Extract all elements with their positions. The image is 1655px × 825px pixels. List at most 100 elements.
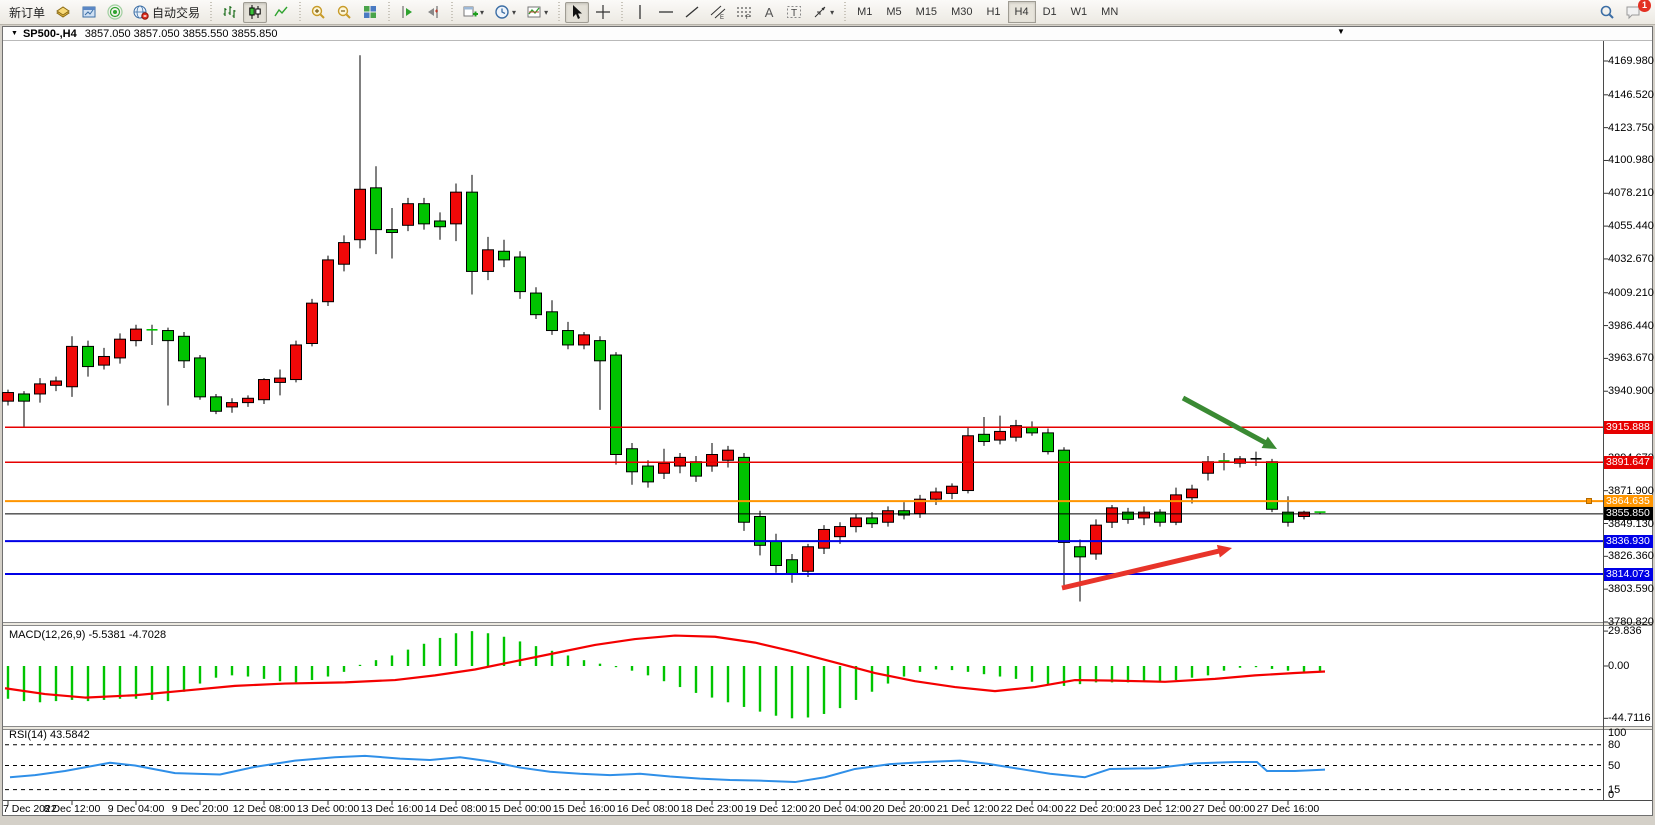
- candlestick-icon: [247, 4, 263, 20]
- time-tick-label: 22 Dec 20:00: [1065, 803, 1127, 815]
- timeframe-button-H4[interactable]: H4: [1008, 1, 1036, 23]
- price-tick-label: 3803.590: [1608, 583, 1654, 595]
- new-chart-icon: [462, 4, 478, 20]
- price-tick-label: 4032.670: [1608, 253, 1654, 265]
- timeframe-button-M30[interactable]: M30: [944, 1, 979, 23]
- time-tick-label: 14 Dec 08:00: [425, 803, 487, 815]
- zoom-out-icon: [336, 4, 352, 20]
- new-order-button[interactable]: 新订单: [5, 2, 49, 23]
- new-order-label: 新订单: [9, 4, 45, 21]
- indicators-icon: [526, 4, 542, 20]
- toolbar-separator: [555, 2, 562, 22]
- macd-tick-label: 29.836: [1608, 625, 1642, 637]
- svg-text:E: E: [720, 15, 724, 20]
- arrows-tool-button[interactable]: ▾: [808, 2, 838, 23]
- blue-window-icon: [81, 4, 97, 20]
- price-tick-label: 4146.520: [1608, 89, 1654, 101]
- trendline-icon: [684, 4, 700, 20]
- line-chart-icon: [273, 4, 289, 20]
- timeframe-button-M15[interactable]: M15: [909, 1, 944, 23]
- auto-trading-label: 自动交易: [152, 4, 200, 21]
- text-label-tool-button[interactable]: T: [782, 2, 806, 23]
- price-level-badge: 3836.930: [1604, 535, 1653, 548]
- toolbar-separator: [296, 2, 303, 22]
- timeframe-button-W1[interactable]: W1: [1064, 1, 1095, 23]
- new-chart-button[interactable]: ▾: [458, 2, 488, 23]
- zoom-in-button[interactable]: [306, 2, 330, 23]
- candlestick-mode-button[interactable]: [243, 2, 267, 23]
- time-tick-label: 15 Dec 00:00: [489, 803, 551, 815]
- chart-title-bar[interactable]: ▼ SP500-,H4 3857.050 3857.050 3855.550 3…: [3, 27, 1652, 41]
- macd-label: MACD(12,26,9) -5.5381 -4.7028: [9, 629, 166, 641]
- trendline-tool-button[interactable]: [680, 2, 704, 23]
- indicators-button[interactable]: ▾: [522, 2, 552, 23]
- macd-splitter[interactable]: [3, 622, 1652, 626]
- time-tick-label: 19 Dec 12:00: [745, 803, 807, 815]
- tile-windows-button[interactable]: [358, 2, 382, 23]
- toolbar-separator: [385, 2, 392, 22]
- chart-dropdown-icon[interactable]: ▼: [11, 30, 18, 37]
- macd-tick-label: -44.7116: [1608, 712, 1651, 724]
- signals-button[interactable]: [103, 2, 127, 23]
- fibonacci-icon: F: [736, 4, 752, 20]
- fibonacci-tool-button[interactable]: F: [732, 2, 756, 23]
- horizontal-line-tool-button[interactable]: [654, 2, 678, 23]
- periods-button[interactable]: ▾: [490, 2, 520, 23]
- rsi-tick-label: 50: [1608, 760, 1620, 772]
- time-tick-label: 20 Dec 04:00: [809, 803, 871, 815]
- time-tick-label: 20 Dec 20:00: [873, 803, 935, 815]
- zoom-in-icon: [310, 4, 326, 20]
- price-tick-label: 4055.440: [1608, 220, 1654, 232]
- crosshair-icon: [595, 4, 611, 20]
- rsi-splitter[interactable]: [3, 726, 1652, 730]
- time-tick-label: 27 Dec 00:00: [1193, 803, 1255, 815]
- horizontal-line-icon: [658, 4, 674, 20]
- channel-tool-button[interactable]: E: [706, 2, 730, 23]
- macd-tick-label: 0.00: [1608, 660, 1629, 672]
- rsi-tick-label: 100: [1608, 727, 1626, 739]
- chart-window[interactable]: [2, 26, 1653, 816]
- market-watch-button[interactable]: [51, 2, 75, 23]
- clock-icon: [494, 4, 510, 20]
- auto-trading-button[interactable]: 自动交易: [129, 2, 204, 23]
- price-tick-label: 3826.360: [1608, 550, 1654, 562]
- chart-list-caret-icon[interactable]: ▼: [1337, 27, 1345, 36]
- price-tick-label: 4078.210: [1608, 187, 1654, 199]
- price-tick-label: 3963.670: [1608, 352, 1654, 364]
- time-tick-label: 9 Dec 20:00: [172, 803, 229, 815]
- chat-button[interactable]: 1: [1621, 2, 1645, 23]
- orange-line-handle[interactable]: [1586, 498, 1592, 504]
- time-tick-label: 18 Dec 23:00: [681, 803, 743, 815]
- line-chart-mode-button[interactable]: [269, 2, 293, 23]
- crosshair-tool-button[interactable]: [591, 2, 615, 23]
- vertical-line-tool-button[interactable]: [628, 2, 652, 23]
- price-level-badge: 3915.888: [1604, 421, 1653, 434]
- status-strip: [3, 817, 1652, 823]
- price-level-badge: 3855.850: [1604, 507, 1653, 520]
- cursor-tool-button[interactable]: [565, 2, 589, 23]
- timeframe-button-MN[interactable]: MN: [1094, 1, 1125, 23]
- timeframe-button-D1[interactable]: D1: [1036, 1, 1064, 23]
- rsi-tick-label: 0: [1608, 789, 1614, 801]
- search-button[interactable]: [1595, 2, 1619, 23]
- time-tick-label: 12 Dec 08:00: [233, 803, 295, 815]
- auto-scroll-button[interactable]: [395, 2, 419, 23]
- bar-chart-mode-button[interactable]: [217, 2, 241, 23]
- search-icon: [1599, 4, 1615, 20]
- timeframe-button-H1[interactable]: H1: [979, 1, 1007, 23]
- navigator-button[interactable]: [77, 2, 101, 23]
- time-tick-label: 9 Dec 04:00: [108, 803, 165, 815]
- time-tick-label: 15 Dec 16:00: [553, 803, 615, 815]
- auto-trading-globe-icon: [133, 4, 149, 20]
- price-tick-label: 4100.980: [1608, 154, 1654, 166]
- text-tool-button[interactable]: A: [758, 2, 780, 23]
- timeframe-button-M5[interactable]: M5: [879, 1, 908, 23]
- zoom-out-button[interactable]: [332, 2, 356, 23]
- chevron-down-icon: ▾: [480, 8, 484, 17]
- cursor-icon: [569, 4, 585, 20]
- signals-radar-icon: [107, 4, 123, 20]
- chart-shift-button[interactable]: [421, 2, 445, 23]
- timeframe-button-M1[interactable]: M1: [850, 1, 879, 23]
- timeframe-toolbar: M1M5M15M30H1H4D1W1MN: [850, 1, 1125, 23]
- chart-shift-icon: [425, 4, 441, 20]
